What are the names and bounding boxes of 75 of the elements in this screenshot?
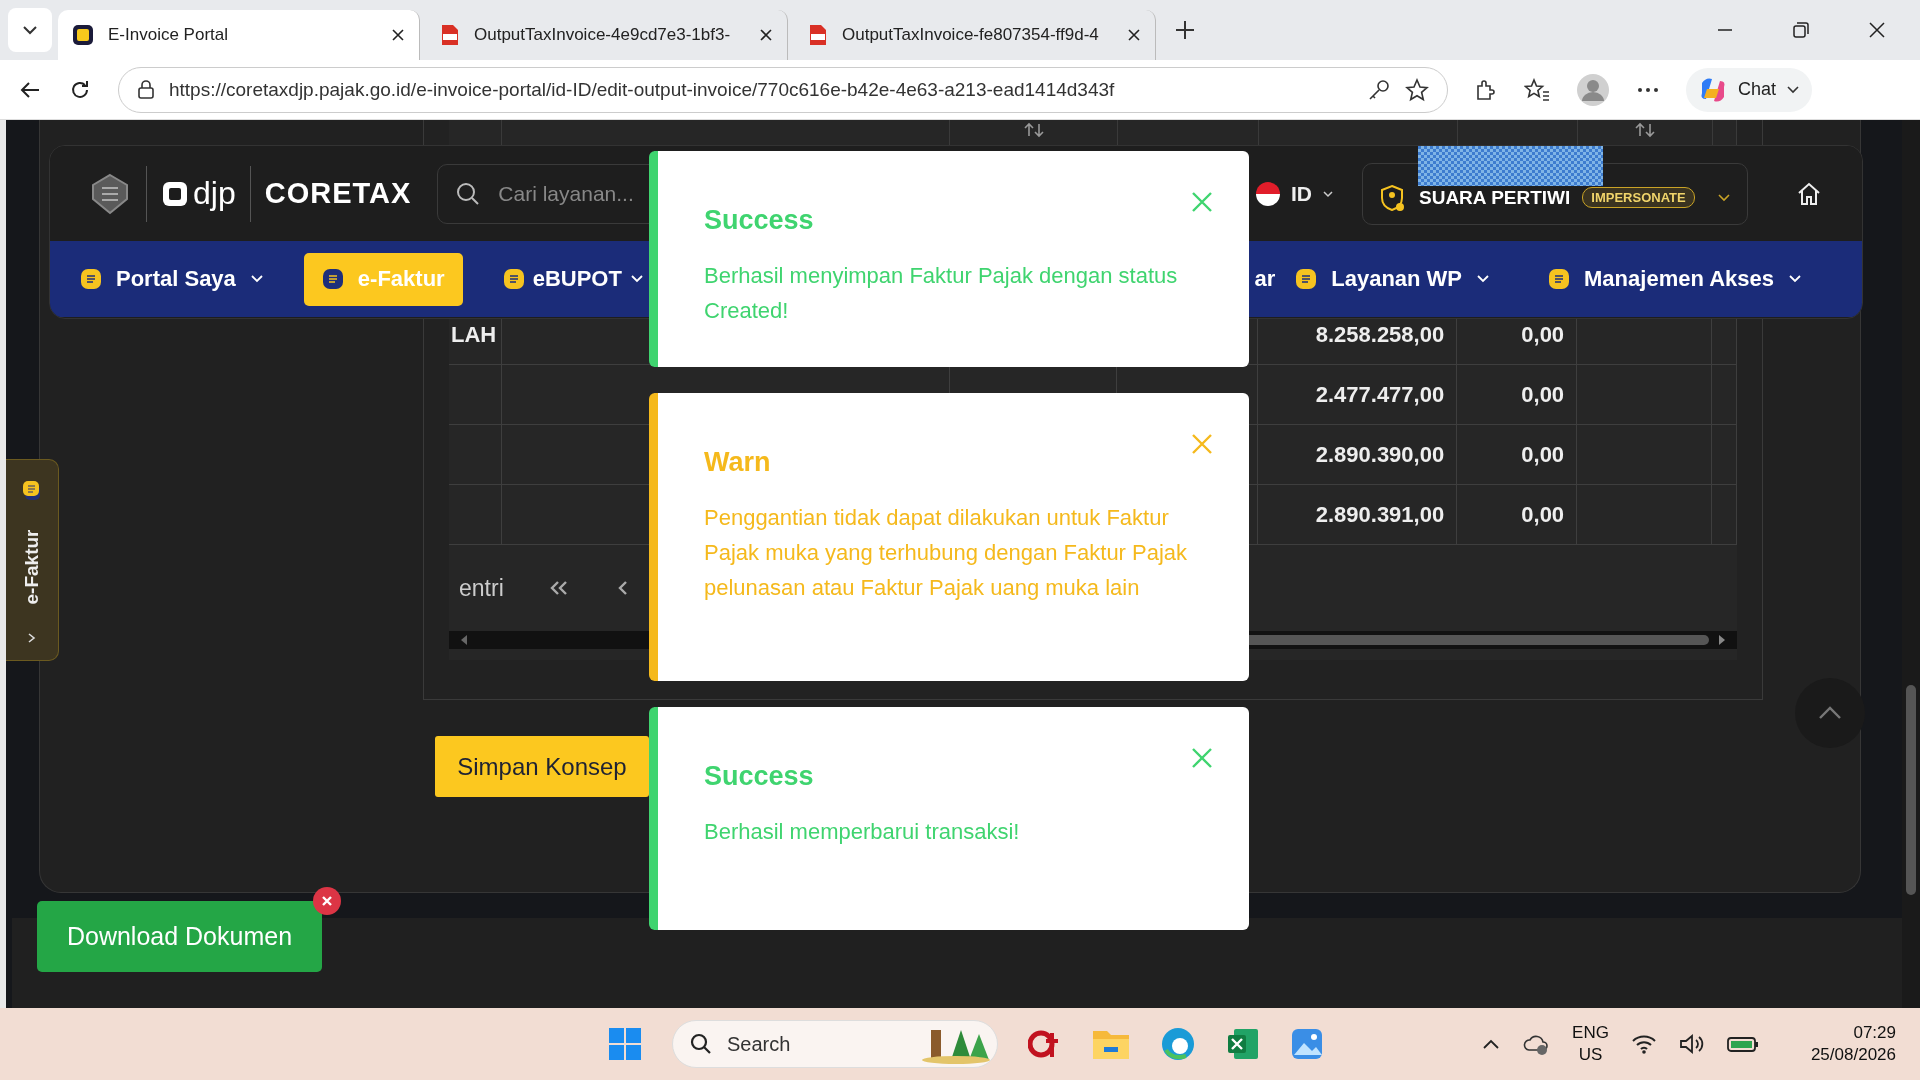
nav-item[interactable]: Manajemen Akses bbox=[1530, 252, 1820, 306]
clock-date[interactable]: 25/08/2026 bbox=[1810, 1045, 1896, 1065]
lock-icon bbox=[137, 79, 155, 100]
vertical-scrollbar[interactable] bbox=[1902, 120, 1920, 1008]
region-indicator[interactable]: US bbox=[1578, 1045, 1603, 1065]
side-tab[interactable]: e-Faktur bbox=[6, 459, 59, 661]
table-cell: 0,00 bbox=[1521, 501, 1565, 528]
favorites-icon[interactable] bbox=[1524, 77, 1550, 102]
side-tab-label: e-Faktur bbox=[21, 529, 43, 605]
star-icon[interactable] bbox=[1405, 77, 1429, 102]
flag-icon bbox=[1255, 180, 1281, 207]
close-icon[interactable] bbox=[1127, 28, 1141, 42]
logo-mark-icon bbox=[161, 179, 189, 208]
home-icon[interactable] bbox=[1796, 180, 1822, 207]
impersonate-badge: IMPERSONATE bbox=[1582, 187, 1695, 208]
start-icon[interactable] bbox=[608, 1027, 642, 1061]
wifi-icon[interactable] bbox=[1630, 1033, 1657, 1055]
close-icon[interactable] bbox=[759, 28, 773, 42]
battery-icon[interactable] bbox=[1726, 1034, 1759, 1054]
address-field[interactable]: https://coretaxdjp.pajak.go.id/e-invoice-portal/id-ID/edit-output-invoice/770c616e-b42e-4e63-a213-ead1414d343f bbox=[118, 66, 1448, 113]
chevron-icon bbox=[26, 632, 38, 644]
table-cell: 2.890.390,00 bbox=[1315, 441, 1445, 468]
new-tab-icon[interactable] bbox=[1174, 19, 1196, 41]
table-cell: 8.258.258,00 bbox=[1315, 321, 1445, 348]
toast-title: Success bbox=[704, 761, 814, 792]
nav-item[interactable]: ar bbox=[1254, 252, 1276, 306]
table-cell: 2.890.391,00 bbox=[1315, 501, 1445, 528]
nav-item[interactable]: Portal Saya bbox=[80, 252, 282, 306]
more-icon[interactable] bbox=[1636, 85, 1660, 94]
caret-icon bbox=[1716, 192, 1731, 203]
table-cell: 2.477.477,00 bbox=[1315, 381, 1445, 408]
photos-icon[interactable] bbox=[1290, 1027, 1324, 1061]
toast-message: Berhasil memperbarui transaksi! bbox=[704, 818, 1021, 846]
pdf-icon bbox=[808, 24, 828, 46]
chevron-up-icon[interactable] bbox=[1482, 1038, 1501, 1050]
scroll-right-icon[interactable] bbox=[1717, 634, 1727, 646]
search-icon bbox=[689, 1032, 713, 1056]
entries-label: entri bbox=[459, 574, 504, 602]
sort-icon[interactable] bbox=[1634, 122, 1656, 138]
language-selector[interactable]: ID bbox=[1255, 180, 1334, 207]
close-icon[interactable] bbox=[1868, 21, 1886, 39]
language-indicator[interactable]: ENG bbox=[1572, 1023, 1609, 1043]
taskbar-search[interactable]: Search bbox=[672, 1020, 998, 1068]
app-icon bbox=[72, 24, 94, 46]
user-name: SUARA PERTIWI bbox=[1419, 186, 1571, 209]
invoice-icon bbox=[22, 480, 42, 502]
speaker-icon[interactable] bbox=[1678, 1033, 1705, 1055]
table-cell: 0,00 bbox=[1521, 441, 1565, 468]
caret-icon bbox=[1322, 189, 1334, 198]
extensions-icon[interactable] bbox=[1474, 77, 1498, 102]
logo-text: CORETAX bbox=[264, 177, 412, 210]
chat-button[interactable]: Chat bbox=[1686, 67, 1813, 112]
dismiss-icon[interactable] bbox=[312, 886, 342, 916]
table-cell: LAH bbox=[451, 321, 497, 348]
table-cell: 0,00 bbox=[1521, 321, 1565, 348]
caret-icon bbox=[1786, 84, 1801, 95]
table-cell: 0,00 bbox=[1521, 381, 1565, 408]
save-draft-button[interactable]: Simpan Konsep bbox=[435, 736, 649, 797]
toast-message: Penggantian tidak dapat dilakukan untuk Faktur Pajak muka yang terhubung dengan Faktur Pajak pelunasan atau Faktur Pajak uang muka lain bbox=[704, 504, 1189, 602]
restore-icon[interactable] bbox=[1792, 21, 1810, 39]
chevron-up-icon bbox=[1818, 706, 1842, 720]
clock-time[interactable]: 07:29 bbox=[1853, 1023, 1896, 1043]
logo-text: djp bbox=[193, 175, 236, 212]
browser-tab[interactable]: E-Invoice Portal bbox=[58, 10, 420, 60]
browser-icon[interactable] bbox=[1160, 1026, 1196, 1062]
close-icon[interactable] bbox=[391, 28, 405, 42]
toast-message: Berhasil menyimpan Faktur Pajak dengan status Created! bbox=[704, 262, 1179, 325]
nav-item[interactable]: Layanan WP bbox=[1291, 252, 1509, 306]
key-icon[interactable] bbox=[1367, 77, 1391, 102]
sort-icon[interactable] bbox=[1022, 122, 1045, 138]
spreadsheet-icon[interactable] bbox=[1226, 1027, 1260, 1061]
toast-title: Warn bbox=[704, 447, 771, 478]
profile-icon[interactable] bbox=[1576, 72, 1610, 107]
scroll-left-icon[interactable] bbox=[459, 634, 469, 646]
pdf-icon bbox=[440, 24, 460, 46]
